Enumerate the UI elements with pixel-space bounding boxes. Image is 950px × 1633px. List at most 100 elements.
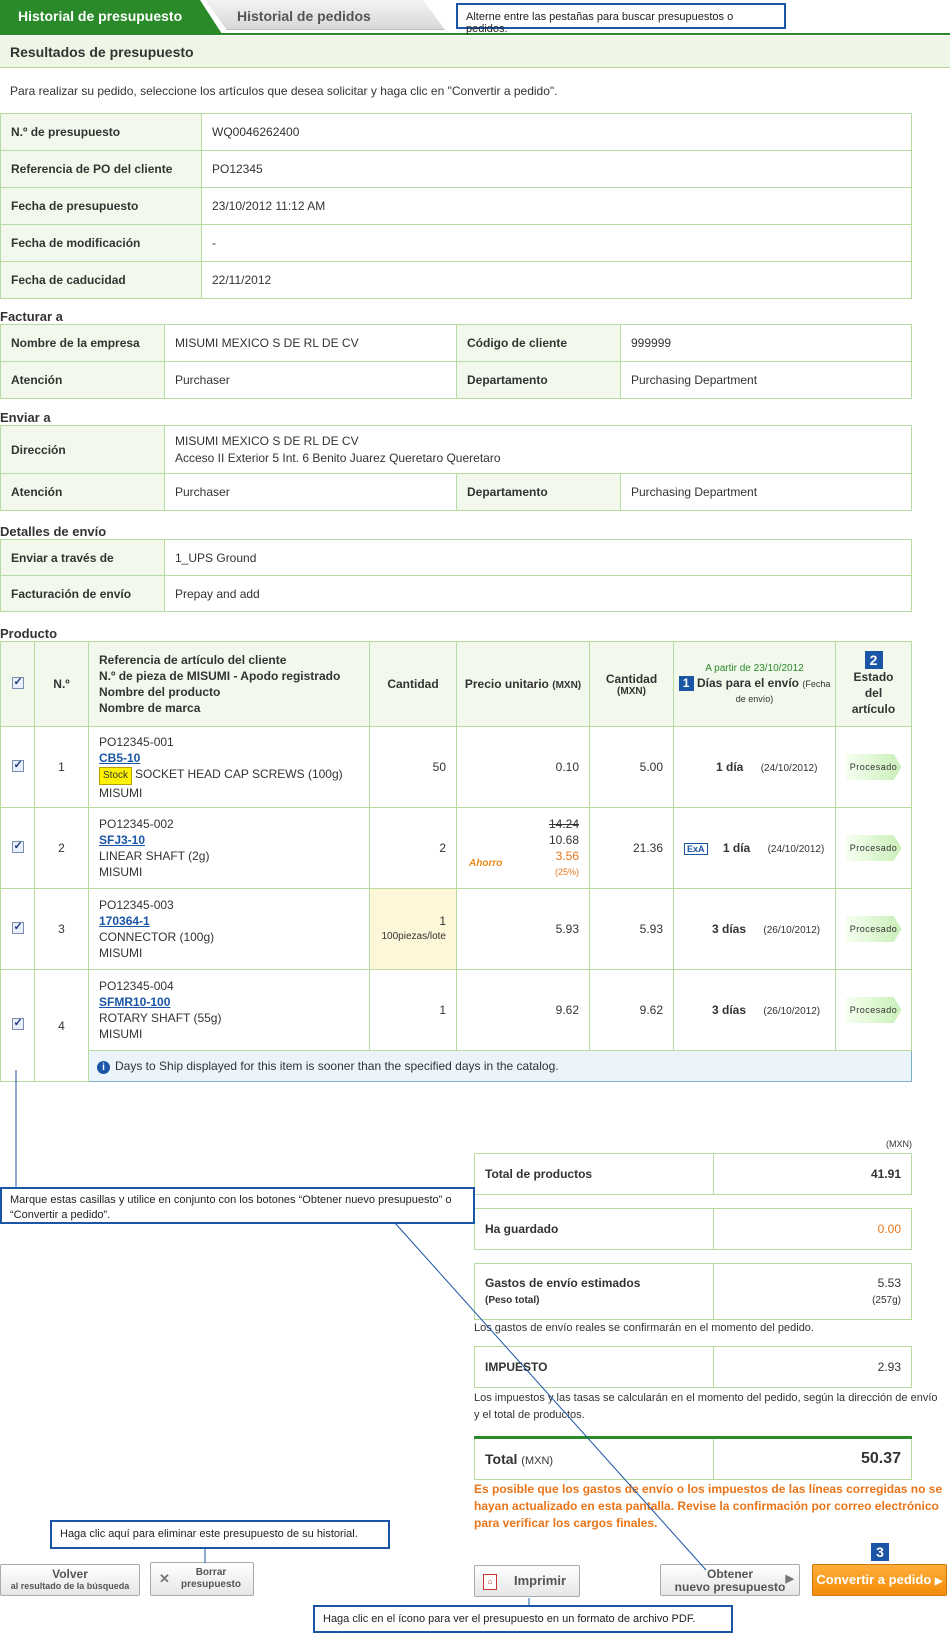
part-code-link[interactable]: SFJ3-10 (99, 833, 145, 847)
callout-print: Haga clic en el ícono para ver el presup… (313, 1605, 733, 1633)
address-line1: MISUMI MEXICO S DE RL DE CV (175, 434, 359, 448)
ship-department-value: Purchasing Department (620, 473, 912, 511)
status-badge: Procesado (845, 754, 902, 780)
row-checkbox[interactable] (11, 1016, 24, 1030)
table-row: 3 PO12345-003 170364-1 CONNECTOR (100g) … (0, 888, 912, 970)
row-price: 9.62 (456, 969, 590, 1051)
col-no: N.º (34, 641, 89, 727)
shipping-cost-box: Gastos de envío estimados (Peso total) 5.… (474, 1263, 912, 1320)
days-value: 1 día (716, 760, 744, 774)
row-checkbox[interactable] (11, 758, 24, 772)
row-amount: 21.36 (589, 807, 674, 889)
ship-date: (26/10/2012) (763, 925, 821, 936)
grand-total-currency: (MXN) (521, 1455, 554, 1467)
back-button[interactable]: Volver al resultado de la búsqueda (0, 1564, 140, 1596)
address-value: MISUMI MEXICO S DE RL DE CV Acceso II Ex… (164, 425, 912, 474)
ship-date: (24/10/2012) (760, 763, 818, 774)
delete-quote-button[interactable]: ✕ Borrar presupuesto (150, 1562, 254, 1596)
part-code-link[interactable]: SFMR10-100 (99, 995, 170, 1009)
status-badge: Procesado (845, 997, 902, 1023)
col-unit-price-label: Precio unitario (464, 677, 549, 691)
shipping-weight-label: (Peso total) (485, 1294, 540, 1306)
bill-attention-value: Purchaser (164, 361, 457, 399)
results-title: Resultados de presupuesto (0, 36, 950, 68)
info-note-cell: i Days to Ship displayed for this item is… (88, 1050, 912, 1082)
products-title: Producto (0, 626, 58, 641)
status-number-badge: 2 (864, 651, 883, 669)
row-status: Procesado (835, 888, 912, 970)
saved-label: Ha guardado (474, 1208, 714, 1250)
quote-no-label: N.º de presupuesto (0, 113, 202, 151)
po-ref-label: Referencia de PO del cliente (0, 150, 202, 188)
address-line2: Acceso II Exterior 5 Int. 6 Benito Juare… (175, 451, 501, 465)
arrow-right-icon: ▶ (934, 1576, 943, 1587)
modified-date-value: - (201, 224, 912, 262)
col-qty: Cantidad (369, 641, 457, 727)
convert-number-badge: 3 (871, 1543, 889, 1561)
saved-box: Ha guardado 0.00 (474, 1208, 912, 1250)
ship-attention-value: Purchaser (164, 473, 457, 511)
select-all-checkbox[interactable] (11, 675, 24, 689)
row-ref: PO12345-004 (99, 979, 174, 993)
part-code-link[interactable]: 170364-1 (99, 914, 150, 928)
part-code-link[interactable]: CB5-10 (99, 751, 140, 765)
customer-code-label: Código de cliente (456, 324, 621, 362)
ship-date: (24/10/2012) (767, 844, 825, 855)
quote-date-label: Fecha de presupuesto (0, 187, 202, 225)
shipping-cost-label: Gastos de envío estimados (485, 1275, 641, 1290)
print-button[interactable]: ⌂ Imprimir (474, 1565, 580, 1597)
ship-via-value: 1_UPS Ground (164, 539, 912, 576)
ship-via-label: Enviar a través de (0, 539, 165, 576)
tax-note: Los impuestos y las tasas se calcularán … (474, 1392, 938, 1421)
row-checkbox[interactable] (11, 920, 24, 934)
new-quote-button[interactable]: Obtener nuevo presupuesto ▶ (660, 1564, 800, 1596)
days-value: 3 días (712, 922, 747, 936)
row-reference: PO12345-001 CB5-10 Stock SOCKET HEAD CAP … (88, 726, 370, 808)
grand-total-value: 50.37 (713, 1437, 912, 1480)
delete-button-label: Borrar (195, 1567, 227, 1578)
expiry-date-label: Fecha de caducidad (0, 261, 202, 299)
row-ref: PO12345-001 (99, 734, 174, 749)
qty-value: 1 (439, 914, 446, 928)
row-qty: 1 100piezas/lote (369, 888, 457, 970)
col-reference-line4: Nombre de marca (99, 701, 201, 715)
arrow-right-icon: ▶ (785, 1573, 794, 1585)
totals-currency: (MXN) (886, 1139, 912, 1149)
express-icon: ExA (684, 843, 708, 855)
col-reference-line3: Nombre del producto (99, 685, 221, 699)
ship-billing-value: Prepay and add (164, 575, 912, 612)
row-checkbox-cell (0, 807, 35, 889)
row-checkbox[interactable] (11, 839, 24, 853)
new-quote-sublabel: nuevo presupuesto (674, 1580, 786, 1594)
products-total-box: Total de productos 41.91 (474, 1153, 912, 1195)
tab-order-history[interactable]: Historial de pedidos (205, 0, 445, 30)
status-badge: Procesado (845, 835, 902, 861)
days-number-badge: 1 (678, 676, 694, 691)
col-status: 2 Estado del artículo (835, 641, 912, 727)
tab-quote-history[interactable]: Historial de presupuesto (0, 0, 222, 34)
ship-billing-label: Facturación de envío (0, 575, 165, 612)
col-amount-label: Cantidad (605, 671, 658, 686)
brand-name: MISUMI (99, 946, 143, 960)
tax-value: 2.93 (713, 1346, 912, 1388)
back-button-sublabel: al resultado de la búsqueda (10, 1581, 130, 1591)
grand-total-label: Total (485, 1451, 518, 1467)
convert-to-order-button[interactable]: Convertir a pedido ▶ (812, 1564, 947, 1596)
ship-department-label: Departamento (456, 473, 621, 511)
shipping-note: Los gastos de envío reales se confirmará… (474, 1322, 814, 1334)
row-amount: 5.00 (589, 726, 674, 808)
warning-text: Es posible que los gastos de envío o los… (474, 1482, 943, 1530)
brand-name: MISUMI (99, 1027, 143, 1041)
col-days: A partir de 23/10/2012 1 Días para el en… (673, 641, 836, 727)
quote-no-value: WQ0046262400 (201, 113, 912, 151)
shipping-cost-value: 5.53 (877, 1275, 901, 1290)
row-qty: 2 (369, 807, 457, 889)
row-qty: 1 (369, 969, 457, 1051)
col-reference-line1: Referencia de artículo del cliente (99, 653, 287, 667)
shipping-title: Detalles de envío (0, 524, 107, 539)
row-price: 0.10 (456, 726, 590, 808)
col-amount-cur: (MXN) (617, 685, 646, 697)
shipping-cost-label-cell: Gastos de envío estimados (Peso total) (474, 1263, 714, 1320)
col-unit-price: Precio unitario (MXN) (456, 641, 590, 727)
product-name: ROTARY SHAFT (55g) (99, 1011, 222, 1025)
